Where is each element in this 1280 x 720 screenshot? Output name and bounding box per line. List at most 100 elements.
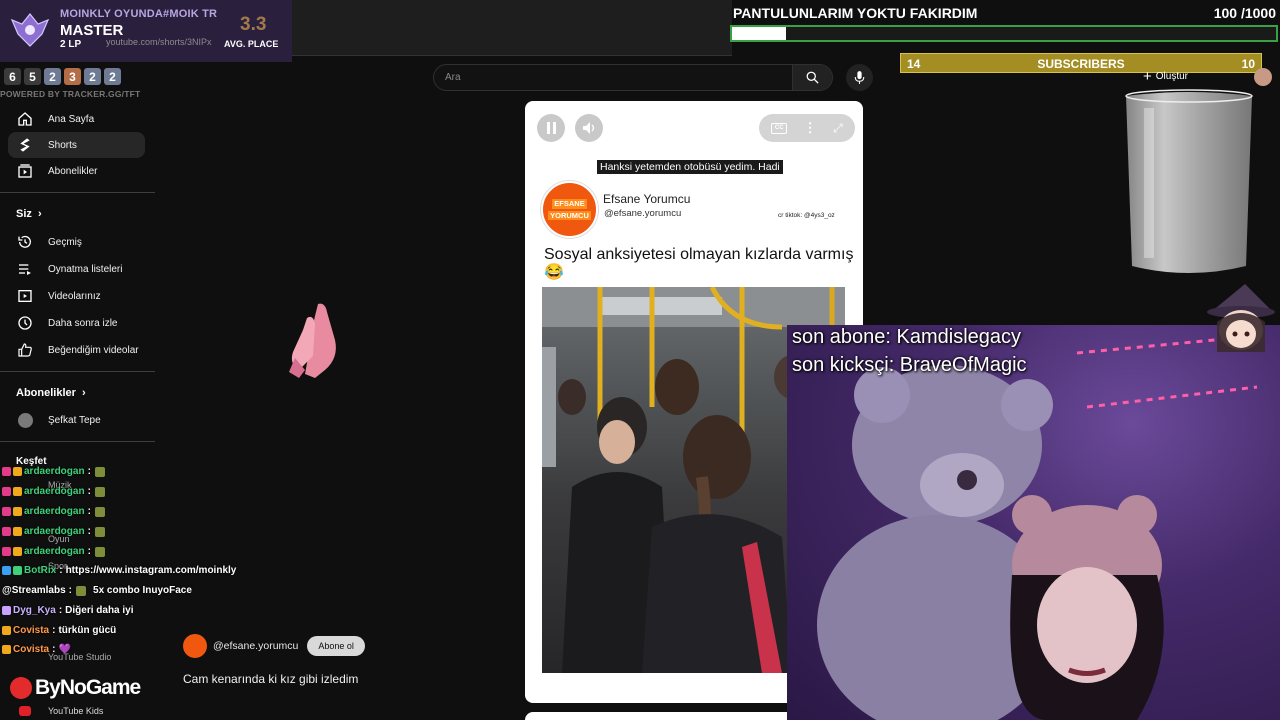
- chat-message: ardaerdogan:: [2, 526, 109, 537]
- chat-text: 5x combo InuyoFace: [93, 585, 192, 596]
- tft-avg-place-label: AVG. PLACE: [224, 39, 279, 49]
- video-headline: Sosyal anksiyetesi olmayan kızlarda varm…: [544, 246, 854, 282]
- voice-search-button[interactable]: [846, 64, 873, 91]
- chat-separator: :: [58, 605, 63, 616]
- home-icon: [16, 110, 34, 128]
- bynogame-text: ByNoGame: [35, 676, 141, 699]
- chat-badge-icon: [13, 527, 22, 536]
- like-icon: [16, 341, 34, 359]
- search-button[interactable]: [792, 65, 832, 90]
- sidebar-item-label: Geçmiş: [48, 236, 82, 248]
- chat-badge-icon: [2, 626, 11, 635]
- chat-message: ardaerdogan:: [2, 546, 109, 557]
- chat-username[interactable]: ardaerdogan: [24, 486, 85, 497]
- captions-icon[interactable]: CC: [771, 122, 788, 134]
- search-bar[interactable]: Ara: [433, 64, 833, 91]
- chat-separator: :: [87, 506, 91, 517]
- sidebar-divider: [0, 192, 155, 193]
- chat-username[interactable]: ardaerdogan: [24, 506, 85, 517]
- goal-count: 100 /1000: [1213, 5, 1276, 21]
- user-avatar[interactable]: [1254, 68, 1272, 86]
- subscriptions-section-header[interactable]: Abonelikler ›: [16, 387, 86, 399]
- chat-username[interactable]: Covista: [13, 644, 49, 655]
- chat-badge-icon: [2, 487, 11, 496]
- chat-separator: :: [52, 644, 56, 655]
- chat-username[interactable]: BotRix: [24, 565, 56, 576]
- player-controls-right: CC ⋮ ⤢: [759, 114, 855, 142]
- volume-button[interactable]: [575, 114, 603, 142]
- pause-icon: [546, 122, 556, 134]
- logo-text-line1: EFSANE: [552, 199, 587, 209]
- sidebar-item-label: Videolarınız: [48, 290, 101, 302]
- sidebar-item-home[interactable]: Ana Sayfa: [8, 106, 145, 132]
- sidebar-item-label: Beğendiğim videolar: [48, 344, 139, 356]
- create-label: Oluştur: [1155, 71, 1188, 82]
- chat-separator: :: [87, 546, 91, 557]
- youtube-kids-icon: [19, 706, 31, 716]
- chat-badge-icon: [13, 507, 22, 516]
- fullscreen-icon[interactable]: ⤢: [833, 121, 843, 136]
- sidebar-item-channel[interactable]: Şefkat Tepe: [8, 407, 145, 433]
- chat-badge-icon: [2, 547, 11, 556]
- chat-separator: :: [59, 565, 63, 576]
- chat-message: Covista: 💜: [2, 644, 71, 655]
- tft-url: youtube.com/shorts/3NIPx: [106, 37, 212, 47]
- sidebar-item-playlists[interactable]: Oynatma listeleri: [8, 256, 145, 282]
- pause-button[interactable]: [537, 114, 565, 142]
- praying-hands-emoji: [289, 303, 336, 378]
- placement-badge: 2: [104, 68, 121, 85]
- sidebar-item-youtube-kids[interactable]: YouTube Kids: [48, 706, 103, 716]
- chat-message: ardaerdogan:: [2, 506, 109, 517]
- chat-username[interactable]: ardaerdogan: [24, 526, 85, 537]
- chat-username[interactable]: @Streamlabs: [2, 585, 66, 596]
- witch-avatar-sticker: [1207, 284, 1275, 352]
- chevron-right-icon: ›: [37, 208, 42, 220]
- sidebar-divider: [0, 441, 155, 442]
- goal-progress-fill: [732, 27, 787, 40]
- placement-badge: 2: [84, 68, 101, 85]
- microphone-icon: [854, 71, 865, 84]
- chat-emote-icon: [94, 506, 105, 517]
- chat-badge-icon: [2, 645, 11, 654]
- tft-recent-placements: 652322: [4, 68, 121, 85]
- chat-message: @Streamlabs: 5x combo InuyoFace: [2, 585, 192, 596]
- sidebar-item-label: Daha sonra izle: [48, 317, 118, 329]
- chat-badge-icon: [2, 566, 11, 575]
- placement-badge: 6: [4, 68, 21, 85]
- chat-separator: :: [52, 625, 56, 636]
- sidebar-item-liked-videos[interactable]: Beğendiğim videolar: [8, 337, 145, 363]
- you-section-header[interactable]: Siz ›: [16, 208, 42, 220]
- webcam-feed: [787, 325, 1280, 720]
- sidebar-item-watch-later[interactable]: Daha sonra izle: [8, 310, 145, 336]
- chat-emote-icon: [76, 585, 87, 596]
- sidebar-item-label: Şefkat Tepe: [48, 414, 101, 426]
- chat-badge-icon: [13, 566, 22, 575]
- sidebar-item-history[interactable]: Geçmiş: [8, 229, 145, 255]
- more-options-icon[interactable]: ⋮: [804, 120, 817, 136]
- stream-chat: ardaerdogan: ardaerdogan: ardaerdogan: arda…: [0, 462, 405, 662]
- chat-badge-icon: [2, 527, 11, 536]
- channel-avatar: [16, 411, 34, 429]
- tft-player-name: MOINKLY OYUNDA#MOIK TR: [60, 8, 218, 20]
- logo-text-line2: YORUMCU: [548, 210, 591, 220]
- sidebar-item-subscriptions[interactable]: Abonelikler: [8, 158, 145, 184]
- subscriber-goal-target: 10: [1241, 57, 1255, 71]
- in-video-channel-name: Efsane Yorumcu: [603, 192, 691, 206]
- sidebar-item-shorts[interactable]: Shorts: [8, 132, 145, 158]
- short-title: Cam kenarında ki kız gibi izledim: [183, 672, 359, 686]
- donation-goal: PANTULUNLARIM YOKTU FAKIRDIM 100 /1000: [730, 0, 1280, 46]
- goal-progress-bar: [730, 25, 1278, 42]
- chat-username[interactable]: ardaerdogan: [24, 466, 85, 477]
- chat-text: 💜: [58, 644, 71, 655]
- create-button[interactable]: + Oluştur: [1143, 68, 1188, 85]
- sidebar-item-your-videos[interactable]: Videolarınız: [8, 283, 145, 309]
- you-section-title: Siz: [16, 208, 32, 220]
- chat-username[interactable]: ardaerdogan: [24, 546, 85, 557]
- goal-title: PANTULUNLARIM YOKTU FAKIRDIM: [733, 5, 978, 21]
- sidebar-item-label: Oynatma listeleri: [48, 263, 123, 275]
- chat-username[interactable]: Covista: [13, 625, 49, 636]
- last-subscriber-label: son abone: Kamdislegacy: [792, 326, 1022, 348]
- chat-username[interactable]: Dyg_Kya: [13, 605, 56, 616]
- tft-rank-overlay: MOINKLY OYUNDA#MOIK TR MASTER 2 LP youtu…: [0, 0, 292, 62]
- search-input[interactable]: Ara: [445, 72, 461, 83]
